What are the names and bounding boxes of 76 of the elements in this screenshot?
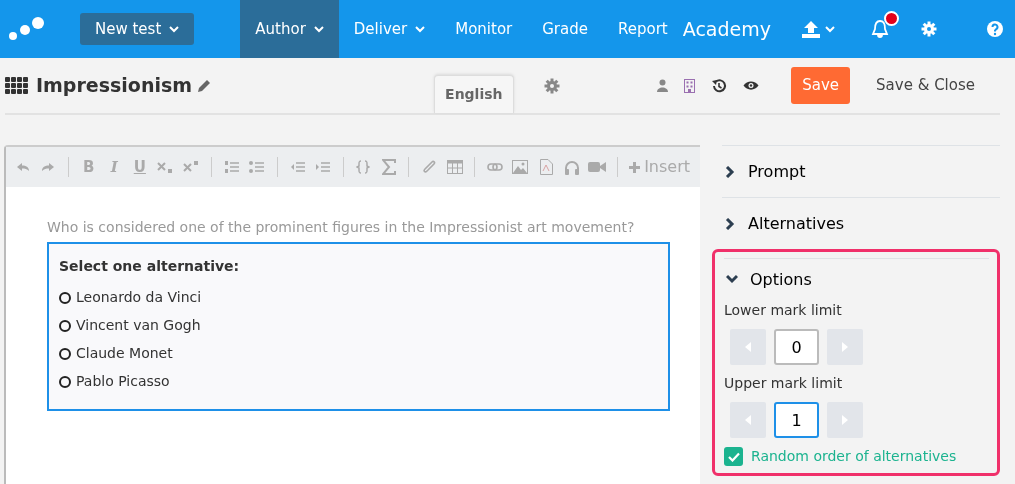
logo-icon	[8, 16, 44, 42]
numbered-list-icon[interactable]	[223, 160, 239, 174]
history-icon[interactable]	[711, 77, 728, 94]
plus-icon	[629, 161, 641, 173]
chevron-right-icon	[724, 217, 736, 230]
new-test-button[interactable]: New test	[80, 12, 195, 46]
test-title: Impressionism	[36, 73, 193, 99]
language-tab[interactable]: English	[434, 75, 514, 113]
video-camera-icon[interactable]	[588, 161, 607, 173]
brand-name: Academy	[682, 16, 771, 42]
grid-menu-icon[interactable]	[5, 77, 28, 94]
increment-button[interactable]	[827, 402, 863, 438]
document-icon[interactable]	[539, 159, 553, 175]
left-arrow-icon	[745, 342, 751, 352]
nav-tab[interactable]: Deliver	[338, 0, 441, 58]
bell-icon	[871, 19, 889, 39]
chevron-right-icon	[724, 165, 736, 178]
undo-icon[interactable]	[15, 162, 30, 172]
number-field[interactable]: 0	[774, 329, 819, 365]
accordion-header[interactable]: Alternatives	[722, 197, 1000, 249]
outdent-icon[interactable]	[289, 160, 305, 174]
pencil-icon[interactable]	[196, 77, 213, 94]
nav-tab[interactable]: Grade	[527, 0, 603, 58]
table-icon[interactable]	[446, 160, 463, 174]
caret-icon	[415, 25, 426, 33]
headphones-icon[interactable]	[563, 159, 580, 175]
accordion-header[interactable]: Options	[724, 258, 989, 300]
save-close-button[interactable]: Save & Close	[866, 67, 985, 104]
sigma-icon[interactable]	[381, 159, 396, 175]
right-arrow-icon	[842, 415, 848, 425]
left-arrow-icon	[745, 415, 751, 425]
number-field[interactable]: 1	[774, 402, 819, 438]
alternative-label: Pablo Picasso	[76, 372, 170, 391]
checkbox-label: Random order of alternatives	[751, 447, 957, 466]
caret-icon	[169, 25, 180, 33]
save-button[interactable]: Save	[791, 67, 851, 104]
check-icon	[727, 451, 740, 462]
redo-icon[interactable]	[41, 162, 56, 172]
indent-icon[interactable]	[315, 160, 331, 174]
increment-button[interactable]	[827, 329, 863, 365]
radio-button[interactable]	[59, 291, 71, 304]
eye-icon[interactable]	[743, 80, 760, 91]
caret-icon	[313, 25, 324, 33]
radio-button[interactable]	[59, 375, 71, 388]
paperclip-icon[interactable]	[421, 159, 436, 175]
decrement-button[interactable]	[730, 329, 766, 365]
instruction-text: Select one alternative:	[59, 257, 241, 276]
radio-button[interactable]	[59, 347, 71, 360]
alternative-label: Leonardo da Vinci	[76, 288, 202, 307]
nav-tab[interactable]: Monitor	[440, 0, 528, 58]
alternative-label: Claude Monet	[76, 344, 173, 363]
radio-button[interactable]	[59, 319, 71, 332]
building-icon[interactable]	[684, 78, 696, 93]
right-arrow-icon	[842, 342, 848, 352]
help-icon	[987, 21, 1003, 37]
link-icon[interactable]	[486, 162, 503, 172]
person-icon[interactable]	[657, 79, 669, 92]
decrement-button[interactable]	[730, 402, 766, 438]
accordion-header[interactable]: Prompt	[722, 145, 1000, 197]
image-icon[interactable]	[512, 160, 529, 174]
settings-icon[interactable]	[542, 76, 561, 95]
question-prompt: Who is considered one of the prominent figures in the Impressionist art movement?	[47, 218, 636, 237]
chevron-down-icon	[726, 273, 738, 286]
nav-tab[interactable]: Author	[240, 0, 339, 58]
superscript-icon[interactable]	[183, 160, 199, 174]
braces-icon[interactable]	[356, 160, 371, 174]
bullet-list-icon[interactable]	[249, 160, 265, 174]
upload-icon	[801, 20, 821, 38]
caret-icon	[825, 25, 835, 33]
field-label: Lower mark limit	[724, 301, 843, 320]
nav-tab[interactable]: Report	[602, 0, 683, 58]
alternative-label: Vincent van Gogh	[76, 316, 201, 335]
checkbox[interactable]	[724, 447, 743, 466]
settings-icon	[921, 21, 937, 37]
field-label: Upper mark limit	[724, 374, 844, 393]
subscript-icon[interactable]	[157, 160, 174, 174]
